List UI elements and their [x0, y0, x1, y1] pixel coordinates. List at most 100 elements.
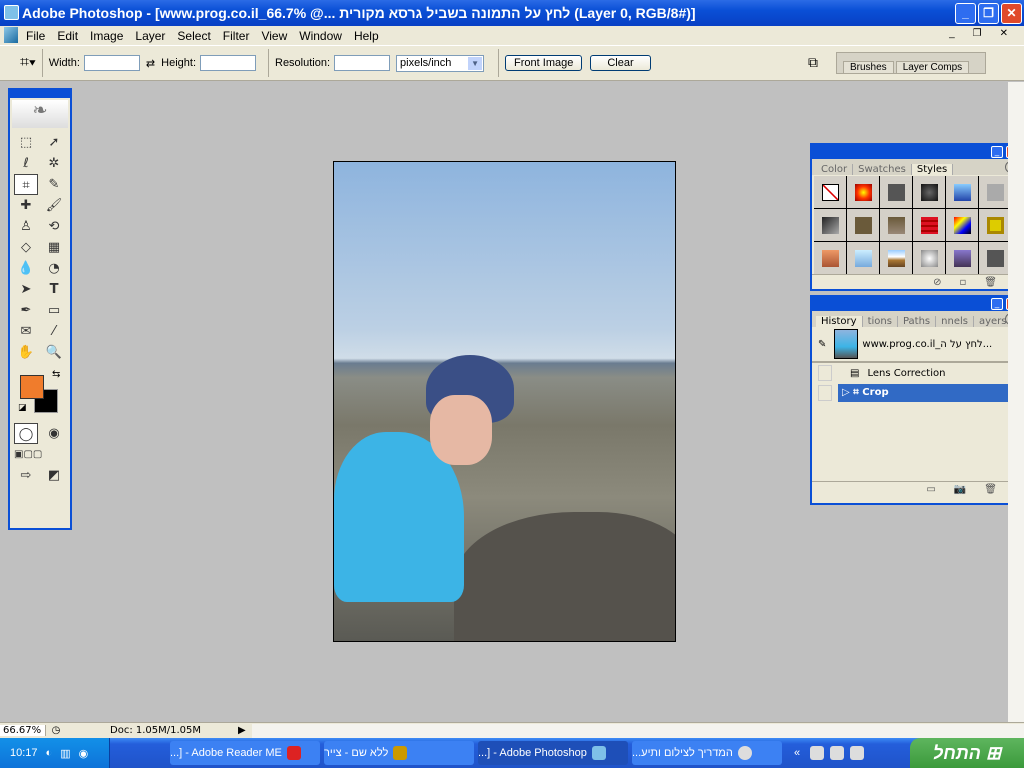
delete-state-icon[interactable]: 🗑	[984, 482, 997, 497]
style-swatch[interactable]	[847, 209, 879, 241]
swap-colors-icon[interactable]: ⇆	[52, 369, 60, 380]
vertical-scrollbar[interactable]	[1008, 82, 1024, 722]
network-icon[interactable]: ▥	[60, 747, 70, 760]
menu-edit[interactable]: Edit	[57, 29, 78, 43]
style-swatch[interactable]	[979, 176, 1011, 208]
dodge-tool-icon[interactable]: ◔	[42, 258, 66, 279]
tab-styles[interactable]: Styles	[911, 164, 954, 175]
menu-filter[interactable]: Filter	[223, 29, 250, 43]
marquee-tool-icon[interactable]: ⬚	[14, 132, 38, 153]
clear-button[interactable]: Clear	[590, 55, 651, 71]
default-colors-icon[interactable]: ◪	[18, 403, 27, 413]
magic-wand-icon[interactable]: ✲	[42, 153, 66, 174]
task-browser[interactable]: המדריך לצילום ותיע...	[632, 741, 782, 765]
style-swatch[interactable]	[880, 242, 912, 274]
doc-minimize-button[interactable]: _	[949, 28, 955, 39]
imageready-icon[interactable]: ◩	[42, 465, 66, 486]
palette-toggle-icon[interactable]: ⧉	[808, 54, 818, 71]
notes-tool-icon[interactable]: ✉	[14, 321, 38, 342]
eraser-icon[interactable]: ◇	[14, 237, 38, 258]
shape-tool-icon[interactable]: ▭	[42, 300, 66, 321]
style-swatch[interactable]	[880, 176, 912, 208]
menu-select[interactable]: Select	[177, 29, 210, 43]
task-paint[interactable]: ללא שם - צייר	[324, 741, 474, 765]
menu-image[interactable]: Image	[90, 29, 123, 43]
status-menu-arrow-icon[interactable]: ▶	[238, 725, 246, 736]
menu-help[interactable]: Help	[354, 29, 379, 43]
restore-button[interactable]: ❐	[978, 3, 999, 24]
history-source-checkbox[interactable]	[818, 385, 832, 401]
new-document-icon[interactable]: ▭	[926, 482, 935, 497]
feather-logo-icon[interactable]: ❧	[12, 100, 68, 128]
hand-tool-icon[interactable]: ✋	[14, 342, 38, 363]
tab-actions[interactable]: tions	[863, 316, 898, 327]
history-brush-source-icon[interactable]: ✎	[818, 339, 826, 350]
menu-file[interactable]: File	[26, 29, 45, 43]
tray-icon[interactable]: ◐	[46, 747, 53, 759]
style-swatch[interactable]	[847, 242, 879, 274]
zoom-level[interactable]: 66.67%	[0, 725, 46, 736]
crop-tool-preset-icon[interactable]: ⌗▾	[20, 54, 36, 72]
quick-mask-icon[interactable]: ◉	[42, 423, 66, 444]
quick-launch-expand-icon[interactable]: «	[794, 747, 800, 759]
horizontal-scrollbar[interactable]	[251, 723, 1024, 738]
units-select[interactable]: pixels/inch ▼	[396, 54, 485, 72]
move-tool-icon[interactable]: ➚	[42, 132, 66, 153]
menu-layer[interactable]: Layer	[135, 29, 165, 43]
style-swatch[interactable]	[814, 242, 846, 274]
clock[interactable]: 10:17	[10, 747, 38, 759]
pen-tool-icon[interactable]: ✒	[14, 300, 38, 321]
panel-minimize-button[interactable]: _	[991, 298, 1003, 310]
menu-window[interactable]: Window	[299, 29, 342, 43]
well-tab-layer-comps[interactable]: Layer Comps	[895, 61, 970, 73]
close-button[interactable]: ✕	[1001, 3, 1022, 24]
lasso-tool-icon[interactable]: ℓ	[14, 153, 38, 174]
tab-color[interactable]: Color	[816, 164, 854, 175]
history-snapshot[interactable]: ✎ www.prog.co.il_לחץ על ה...	[812, 327, 1019, 363]
menu-view[interactable]: View	[261, 29, 287, 43]
doc-restore-button[interactable]: ❐	[973, 28, 982, 39]
eyedropper-icon[interactable]: ⁄	[42, 321, 66, 342]
history-item-selected[interactable]: ▷ ⌗ Crop	[812, 383, 1019, 403]
style-swatch[interactable]	[979, 242, 1011, 274]
screen-mode-icon[interactable]: ▣▢▢	[14, 444, 42, 465]
start-button[interactable]: התחל ⊞	[910, 738, 1024, 768]
delete-style-icon[interactable]: 🗑	[984, 275, 997, 290]
clear-style-icon[interactable]: ⊘	[933, 275, 941, 290]
brush-tool-icon[interactable]: 🖌	[42, 195, 66, 216]
task-photoshop[interactable]: ...] - Adobe Photoshop	[478, 741, 628, 765]
clone-stamp-icon[interactable]: ♙	[14, 216, 38, 237]
history-brush-icon[interactable]: ⟲	[42, 216, 66, 237]
type-tool-icon[interactable]: T	[42, 279, 66, 300]
style-swatch[interactable]	[880, 209, 912, 241]
standard-mode-icon[interactable]: ◯	[14, 423, 38, 444]
media-player-icon[interactable]	[830, 746, 845, 760]
healing-brush-icon[interactable]: ✚	[14, 195, 38, 216]
tray-icon[interactable]: ◉	[79, 747, 89, 760]
task-adobe-reader[interactable]: ...] - Adobe Reader ME	[170, 741, 320, 765]
width-input[interactable]	[83, 55, 140, 71]
style-swatch[interactable]	[913, 242, 945, 274]
style-swatch[interactable]	[814, 209, 846, 241]
history-item[interactable]: ▤ Lens Correction	[812, 363, 1019, 383]
style-none[interactable]	[814, 176, 846, 208]
height-input[interactable]	[200, 55, 256, 71]
path-selection-icon[interactable]: ➤	[14, 279, 38, 300]
slice-tool-icon[interactable]: ✎	[42, 174, 66, 195]
style-swatch[interactable]	[946, 242, 978, 274]
crop-tool-icon[interactable]: ⌗	[14, 174, 38, 195]
swap-icon[interactable]: ⇄	[146, 57, 155, 70]
doc-close-button[interactable]: ✕	[1000, 28, 1008, 39]
document-image[interactable]	[333, 161, 676, 642]
jump-to-imageready-icon[interactable]: ⇨	[14, 465, 38, 486]
style-swatch[interactable]	[979, 209, 1011, 241]
tab-channels[interactable]: nnels	[936, 316, 974, 327]
tab-paths[interactable]: Paths	[898, 316, 937, 327]
blur-tool-icon[interactable]: 💧	[14, 258, 38, 279]
internet-explorer-icon[interactable]	[850, 746, 865, 760]
panel-minimize-button[interactable]: _	[991, 146, 1003, 158]
zoom-tool-icon[interactable]: 🔍	[42, 342, 66, 363]
minimize-button[interactable]: _	[955, 3, 976, 24]
style-swatch[interactable]	[847, 176, 879, 208]
status-clock-icon[interactable]: ◷	[46, 725, 66, 736]
